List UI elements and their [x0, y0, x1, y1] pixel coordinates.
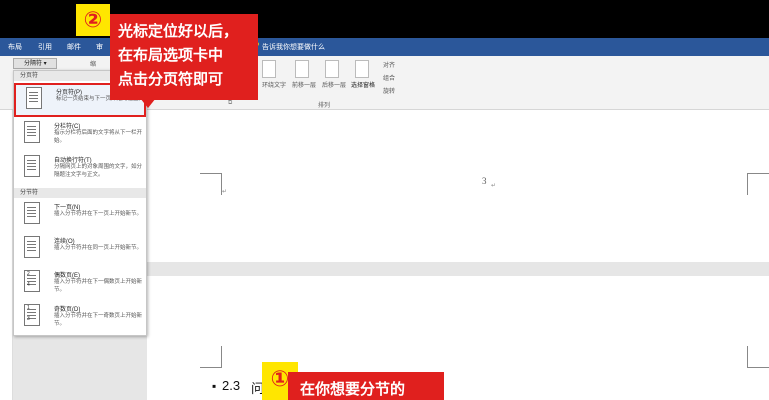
next-page-icon — [24, 202, 40, 224]
callout-line: 在布局选项卡中 — [118, 47, 224, 64]
tab-review[interactable]: 审 — [96, 42, 103, 52]
section-breaks-header: 分节符 — [14, 188, 146, 198]
icon-number: 1 — [27, 305, 30, 311]
crop-mark — [747, 173, 769, 195]
continuous-icon — [24, 236, 40, 258]
bring-forward-button[interactable]: 前移一层 — [292, 80, 316, 89]
bring-forward-icon[interactable] — [295, 60, 309, 78]
menu-item-desc: 插入分节符并在同一页上开始新节。 — [54, 245, 143, 251]
text-wrapping-icon — [24, 155, 40, 177]
menu-item-even-page[interactable]: 2 4 偶数页(E) 插入分节符并在下一偶数页上开始新节。 — [14, 268, 146, 300]
icon-number: 4 — [27, 282, 30, 288]
crop-mark — [200, 346, 222, 368]
dialog-launcher-icon[interactable]: ⧉ — [228, 100, 232, 107]
page-upper: 3 ↵ ↵ — [147, 110, 769, 262]
column-break-icon — [24, 121, 40, 143]
icon-number: 3 — [27, 316, 30, 322]
callout-line: 点击分页符即可 — [118, 71, 224, 88]
navigation-pane-edge — [0, 110, 13, 400]
crop-mark — [200, 173, 222, 195]
menu-item-desc: 插入分节符并在下一奇数页上开始新节。 — [54, 313, 143, 327]
step-2-badge: ② — [76, 4, 110, 36]
paragraph-mark: ↵ — [491, 183, 497, 189]
breaks-dropdown-menu: 分页符 分页符(P) 标记一页结束与下一页开始的位置。 分栏符(C) 指示分栏符… — [13, 70, 147, 336]
tab-mailings[interactable]: 邮件 — [67, 42, 81, 52]
menu-item-odd-page[interactable]: 1 3 奇数页(D) 插入分节符并在下一奇数页上开始新节。 — [14, 302, 146, 334]
wrap-text-icon[interactable] — [262, 60, 276, 78]
icon-number: 2 — [27, 271, 30, 277]
tab-references[interactable]: 引用 — [38, 42, 52, 52]
menu-item-desc: 插入分节符并在下一页上开始新节。 — [54, 211, 143, 217]
menu-item-column-break[interactable]: 分栏符(C) 指示分栏符后面的文字将从下一栏开始。 — [14, 119, 146, 151]
menu-item-desc: 插入分节符并在下一偶数页上开始新节。 — [54, 279, 143, 293]
page-number: 3 — [482, 176, 487, 186]
breaks-button[interactable]: 分隔符 ▾ — [13, 58, 57, 69]
tell-me-search[interactable]: 告诉我你想要做什么 — [262, 42, 325, 52]
menu-item-continuous[interactable]: 连续(O) 插入分节符并在同一页上开始新节。 — [14, 234, 146, 266]
wrap-text-button[interactable]: 环绕文字 — [262, 80, 286, 89]
ribbon-partial-label: 缩 — [90, 62, 97, 68]
send-backward-icon[interactable] — [325, 60, 339, 78]
align-button[interactable]: 对齐 — [383, 60, 395, 69]
menu-item-text-wrapping-break[interactable]: 自动换行符(T) 分隔网页上的对象周围的文字，如分隔题注文字与正文。 — [14, 153, 146, 185]
send-backward-button[interactable]: 后移一层 — [322, 80, 346, 89]
crop-mark — [747, 346, 769, 368]
rotate-button[interactable]: 旋转 — [383, 86, 395, 95]
selection-pane-icon[interactable] — [355, 60, 369, 78]
menu-item-desc: 分隔网页上的对象周围的文字，如分隔题注文字与正文。 — [54, 164, 143, 178]
page-lower: ▪ 2.3 问 — [147, 276, 769, 400]
menu-item-desc: 指示分栏符后面的文字将从下一栏开始。 — [54, 130, 143, 144]
heading-bullet: ▪ — [212, 379, 217, 393]
arrange-group-label: 排列 — [318, 103, 331, 109]
heading-number: 2.3 — [222, 378, 241, 393]
instruction-callout-bottom: 在你想要分节的 — [288, 372, 444, 400]
group-button[interactable]: 组合 — [383, 73, 395, 82]
callout-line: 光标定位好以后， — [118, 23, 239, 40]
callout-pointer — [140, 98, 156, 108]
tab-layout[interactable]: 布局 — [8, 42, 22, 52]
instruction-callout-top: 光标定位好以后， 在布局选项卡中 点击分页符即可 — [110, 14, 258, 100]
menu-item-next-page[interactable]: 下一页(N) 插入分节符并在下一页上开始新节。 — [14, 200, 146, 232]
selection-pane-button[interactable]: 选择窗格 — [351, 80, 375, 89]
page-break-icon — [26, 87, 42, 109]
paragraph-mark: ↵ — [222, 189, 228, 195]
